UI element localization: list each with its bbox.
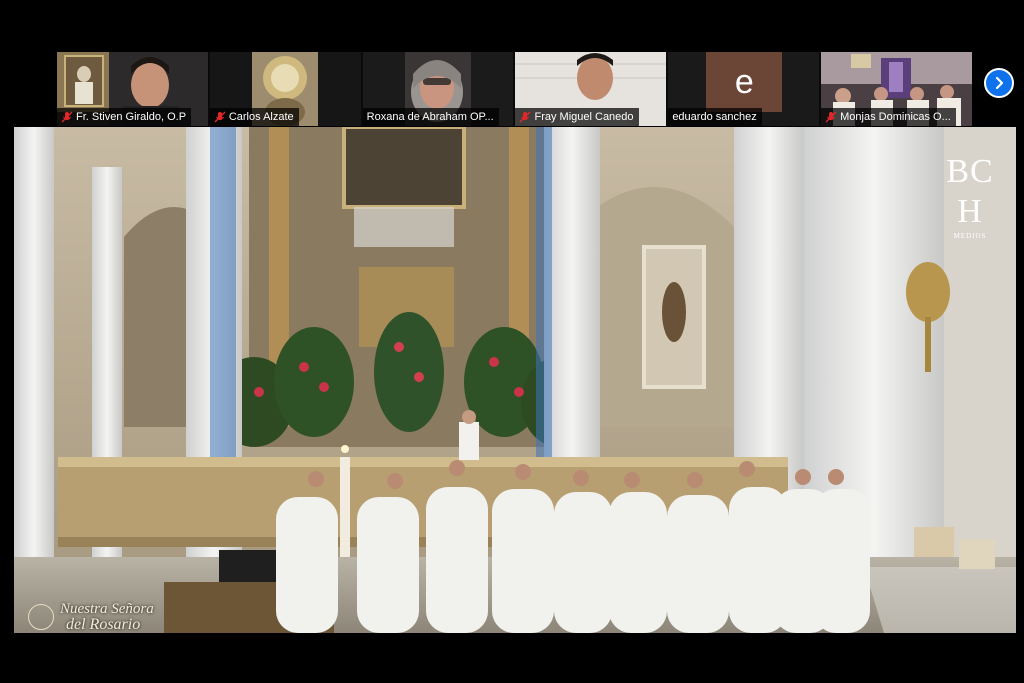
participant-tile-active[interactable]: Roxana de Abraham OP... bbox=[362, 52, 514, 126]
participant-name: Fray Miguel Canedo bbox=[534, 111, 634, 123]
participant-name: Monjas Dominicas O... bbox=[840, 111, 951, 123]
emblem-icon bbox=[28, 603, 54, 630]
participant-gallery-strip: Fr. Stiven Giraldo, O.P Carlos Alzate Ro… bbox=[57, 52, 972, 126]
main-video-feed bbox=[14, 127, 1016, 633]
next-page-button[interactable] bbox=[984, 68, 1014, 98]
participant-name-label: Carlos Alzate bbox=[209, 108, 299, 126]
mic-muted-icon bbox=[61, 111, 73, 123]
mic-muted-icon bbox=[825, 111, 837, 123]
top-black-bar bbox=[0, 0, 1024, 52]
participant-tile[interactable]: Carlos Alzate bbox=[209, 52, 361, 126]
participant-tile[interactable]: e eduardo sanchez bbox=[668, 52, 820, 126]
participant-name: Fr. Stiven Giraldo, O.P bbox=[76, 111, 187, 123]
participant-name-label: Roxana de Abraham OP... bbox=[362, 108, 499, 126]
avatar: e bbox=[706, 52, 783, 112]
participant-name-label: Monjas Dominicas O... bbox=[821, 108, 956, 126]
caption-line-1: Nuestra Señora bbox=[60, 600, 154, 617]
mic-muted-icon bbox=[519, 111, 531, 123]
broadcaster-logo: BC H MEDIOS bbox=[930, 134, 1010, 240]
participant-tile[interactable]: Fray Miguel Canedo bbox=[515, 52, 667, 126]
church-scene bbox=[14, 127, 1016, 633]
participant-tile[interactable]: Monjas Dominicas O... bbox=[821, 52, 972, 126]
participant-name: eduardo sanchez bbox=[672, 111, 757, 123]
chevron-right-icon bbox=[995, 76, 1004, 90]
bottom-black-bar bbox=[0, 633, 1024, 683]
logo-subtext: MEDIOS bbox=[953, 232, 987, 240]
participant-name: Roxana de Abraham OP... bbox=[366, 111, 494, 123]
caption-line-2: del Rosario bbox=[66, 615, 141, 633]
participant-name-label: Fray Miguel Canedo bbox=[515, 108, 639, 126]
mic-muted-icon bbox=[214, 111, 226, 123]
church-caption: Nuestra Señora del Rosario bbox=[28, 600, 248, 633]
participant-tile[interactable]: Fr. Stiven Giraldo, O.P bbox=[57, 52, 208, 126]
participant-name: Carlos Alzate bbox=[228, 111, 294, 123]
participant-name-label: eduardo sanchez bbox=[668, 108, 762, 126]
participant-name-label: Fr. Stiven Giraldo, O.P bbox=[57, 108, 192, 126]
logo-text: BC H bbox=[946, 153, 994, 230]
